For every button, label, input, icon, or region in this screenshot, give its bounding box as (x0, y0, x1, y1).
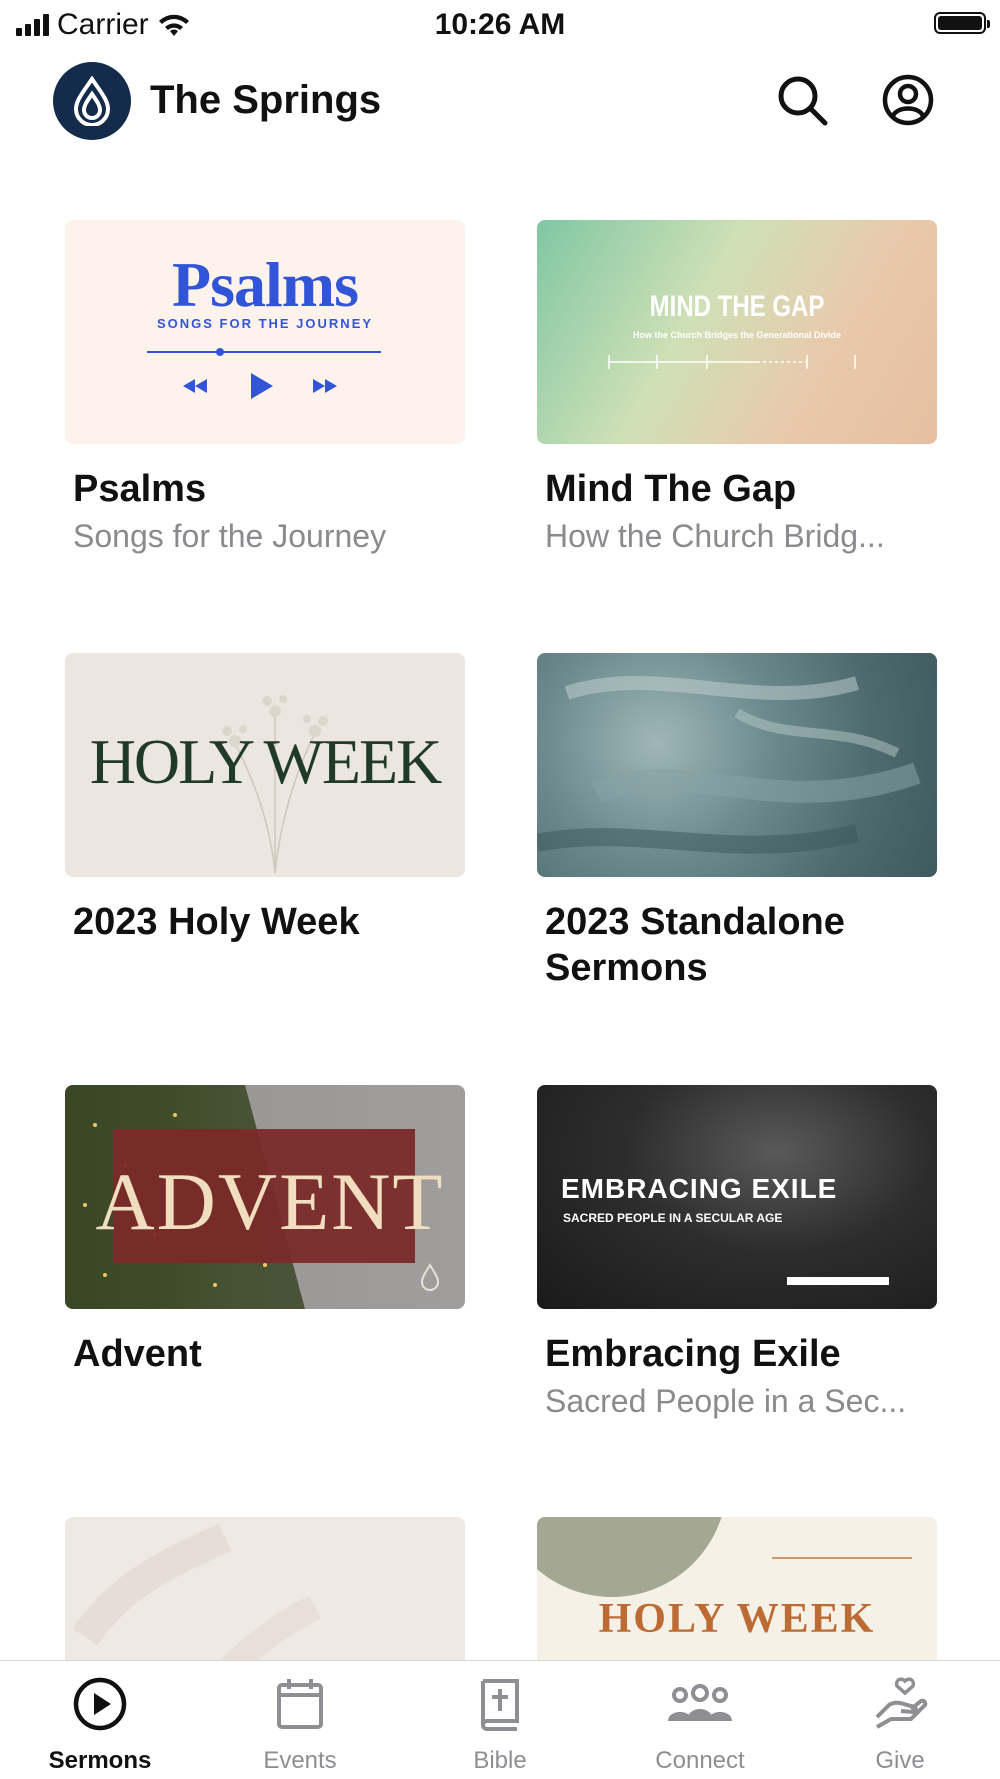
artwork-title: Psalms (172, 249, 359, 320)
tab-label: Bible (473, 1747, 527, 1774)
tab-label: Connect (655, 1747, 745, 1774)
water-drop-icon (420, 1263, 440, 1291)
timeline-graphic (608, 355, 856, 369)
audio-player-graphic (147, 348, 381, 399)
app-title: The Springs (150, 78, 382, 122)
series-card-advent[interactable]: ADVENT Advent (65, 1085, 465, 1377)
decor-circle (537, 1517, 727, 1597)
church-tag (787, 1277, 889, 1285)
series-title: 2023 Holy Week (73, 901, 360, 943)
tab-events[interactable]: Events (220, 1675, 380, 1775)
tab-sermons[interactable]: Sermons (20, 1675, 180, 1775)
artwork-title: ADVENT (95, 1156, 445, 1247)
series-card-2023-holy-week[interactable]: HOLY WEEK 2023 Holy Week (65, 653, 465, 945)
app-logo[interactable] (53, 62, 131, 140)
tab-connect[interactable]: Connect (620, 1675, 780, 1775)
tab-bible[interactable]: Bible (420, 1675, 580, 1775)
tab-give[interactable]: Give (820, 1675, 980, 1775)
bible-icon (481, 1679, 519, 1731)
artwork-title: EMBRACING EXILE (561, 1173, 838, 1204)
tab-bar: Sermons Events Bible Connect Give (0, 1660, 1000, 1779)
people-icon (668, 1684, 732, 1721)
artwork-title: MIND THE GAP (649, 290, 825, 323)
status-bar: Carrier 10:26 AM (0, 0, 1000, 50)
battery-icon (934, 12, 990, 34)
series-artwork (537, 653, 937, 877)
series-artwork: MIND THE GAP How the Church Bridges the … (537, 220, 937, 444)
series-card-psalms[interactable]: Psalms SONGS FOR THE JOURNEY Psalms Song… (65, 220, 465, 555)
app-header: The Springs (0, 58, 1000, 148)
tab-label: Sermons (48, 1747, 152, 1774)
series-artwork: EMBRACING EXILE SACRED PEOPLE IN A SECUL… (537, 1085, 937, 1309)
status-time: 10:26 AM (434, 8, 566, 41)
series-subtitle: How the Church Bridg... (545, 518, 885, 554)
calendar-icon (277, 1679, 323, 1729)
series-title: Advent (73, 1333, 202, 1375)
play-circle-icon (73, 1677, 127, 1731)
give-heart-hand-icon (875, 1677, 928, 1729)
series-title: 2023 Standalone Sermons (545, 901, 845, 989)
artwork-title: HOLY WEEK (89, 726, 443, 797)
tab-label: Give (875, 1747, 925, 1774)
artwork-subtitle: SONGS FOR THE JOURNEY (156, 316, 374, 331)
artwork-subtitle: How the Church Bridges the Generational … (632, 330, 842, 340)
brush-texture-graphic (537, 676, 921, 854)
tab-label: Events (263, 1747, 337, 1774)
artwork-title: HOLY WEEK (598, 1596, 876, 1642)
series-title: Mind The Gap (545, 468, 797, 510)
decor-line (772, 1557, 912, 1559)
series-title: Psalms (73, 468, 207, 510)
artwork-subtitle: SACRED PEOPLE IN A SECULAR AGE (563, 1211, 783, 1225)
search-icon (778, 76, 828, 126)
series-card-embracing-exile[interactable]: EMBRACING EXILE SACRED PEOPLE IN A SECUL… (537, 1085, 937, 1420)
search-button[interactable] (772, 70, 832, 130)
series-artwork: Psalms SONGS FOR THE JOURNEY (65, 220, 465, 444)
series-card-2023-standalone-sermons[interactable]: 2023 Standalone Sermons (537, 653, 937, 991)
series-title: Embracing Exile (545, 1333, 841, 1375)
account-circle-icon (882, 74, 934, 126)
series-subtitle: Songs for the Journey (73, 518, 387, 554)
series-artwork: HOLY WEEK (65, 653, 465, 877)
water-drop-icon (73, 76, 111, 126)
series-subtitle: Sacred People in a Sec... (545, 1383, 907, 1419)
series-card-mind-the-gap[interactable]: MIND THE GAP How the Church Bridges the … (537, 220, 937, 555)
account-button[interactable] (878, 70, 938, 130)
series-artwork: ADVENT (65, 1085, 465, 1309)
